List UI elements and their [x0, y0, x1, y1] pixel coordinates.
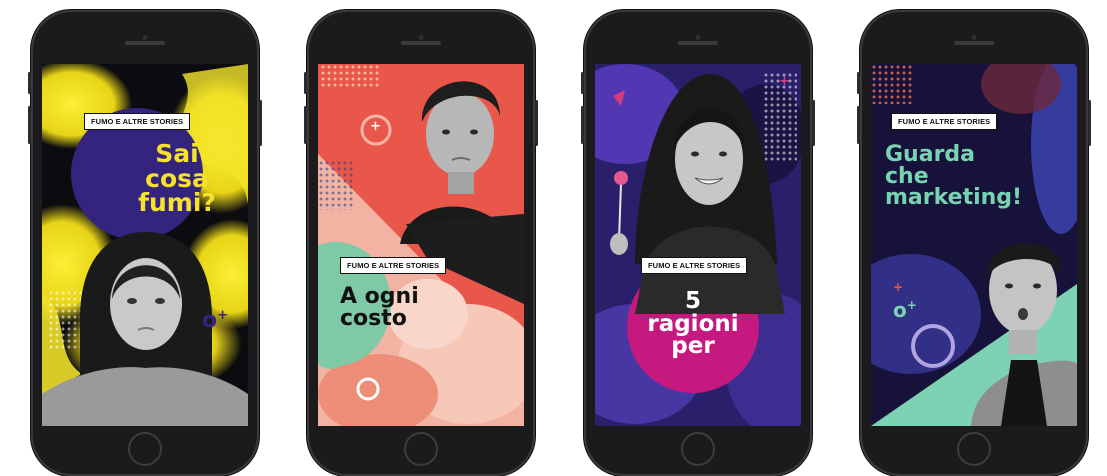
headline-line: costo: [340, 305, 407, 331]
home-button: [128, 432, 162, 466]
phone-mockup-2: + FUMO E ALTRE STORIES A ogni costo: [304, 10, 538, 476]
story-screen-1: FUMO E ALTRE STORIES Sai cosa fumi? o+: [42, 64, 248, 426]
volume-button: [857, 72, 860, 94]
story-screen-3: + FUMO E ALTRE STORIES 5 ragioni per: [595, 64, 801, 426]
story-screen-4: FUMO E ALTRE STORIES Guarda che marketin…: [871, 64, 1077, 426]
home-button: [404, 432, 438, 466]
earpiece-speaker: [678, 41, 718, 45]
plus-icon: +: [779, 74, 790, 89]
volume-button: [581, 72, 584, 94]
front-camera: [695, 35, 701, 40]
story-headline: Guarda che marketing!: [885, 144, 1077, 209]
story-headline: Sai cosa fumi?: [117, 139, 237, 217]
headline-line: per: [671, 333, 715, 360]
earpiece-speaker: [954, 41, 994, 45]
power-button: [812, 100, 815, 146]
volume-button: [28, 72, 31, 94]
headline-line: ragioni: [647, 310, 739, 337]
home-button: [681, 432, 715, 466]
fumo-e-altre-stories-tag: FUMO E ALTRE STORIES: [641, 257, 748, 274]
headline-line: marketing!: [885, 185, 1023, 211]
volume-button: [28, 106, 31, 144]
volume-button: [304, 72, 307, 94]
power-button: [1088, 100, 1091, 146]
headline-line: Sai: [155, 139, 199, 168]
headline-line: fumi?: [138, 188, 216, 217]
front-camera: [971, 35, 977, 40]
volume-button: [304, 106, 307, 144]
earpiece-speaker: [125, 41, 165, 45]
headline-line: 5: [684, 288, 701, 314]
earpiece-speaker: [401, 41, 441, 45]
story-headline: A ogni costo: [340, 286, 500, 329]
phone-mockup-3: + FUMO E ALTRE STORIES 5 ragioni per: [581, 10, 815, 476]
fumo-e-altre-stories-tag: FUMO E ALTRE STORIES: [891, 113, 998, 130]
phone-mockup-4: FUMO E ALTRE STORIES Guarda che marketin…: [857, 10, 1091, 476]
smiling-girl-portrait-image: [610, 74, 785, 314]
volume-button: [581, 106, 584, 144]
boy-portrait-image: [400, 81, 524, 304]
phone-mockup-1: FUMO E ALTRE STORIES Sai cosa fumi? o+: [28, 10, 262, 476]
power-button: [259, 100, 262, 146]
story-headline: 5 ragioni per: [633, 290, 753, 358]
circle-plus-icon: o+: [202, 308, 229, 333]
fumo-e-altre-stories-tag: FUMO E ALTRE STORIES: [340, 257, 447, 274]
power-button: [535, 100, 538, 146]
volume-button: [857, 106, 860, 144]
headline-line: Guarda: [885, 142, 976, 167]
headline-line: che: [885, 163, 929, 189]
front-camera: [142, 35, 148, 40]
story-screen-2: + FUMO E ALTRE STORIES A ogni costo: [318, 64, 524, 426]
plus-icon: +: [893, 280, 904, 294]
headline-line: A ogni: [340, 284, 419, 309]
plus-icon: +: [370, 119, 381, 134]
front-camera: [418, 35, 424, 40]
fumo-e-altre-stories-tag: FUMO E ALTRE STORIES: [84, 113, 191, 130]
circle-plus-icon: o+: [893, 298, 917, 322]
home-button: [957, 432, 991, 466]
